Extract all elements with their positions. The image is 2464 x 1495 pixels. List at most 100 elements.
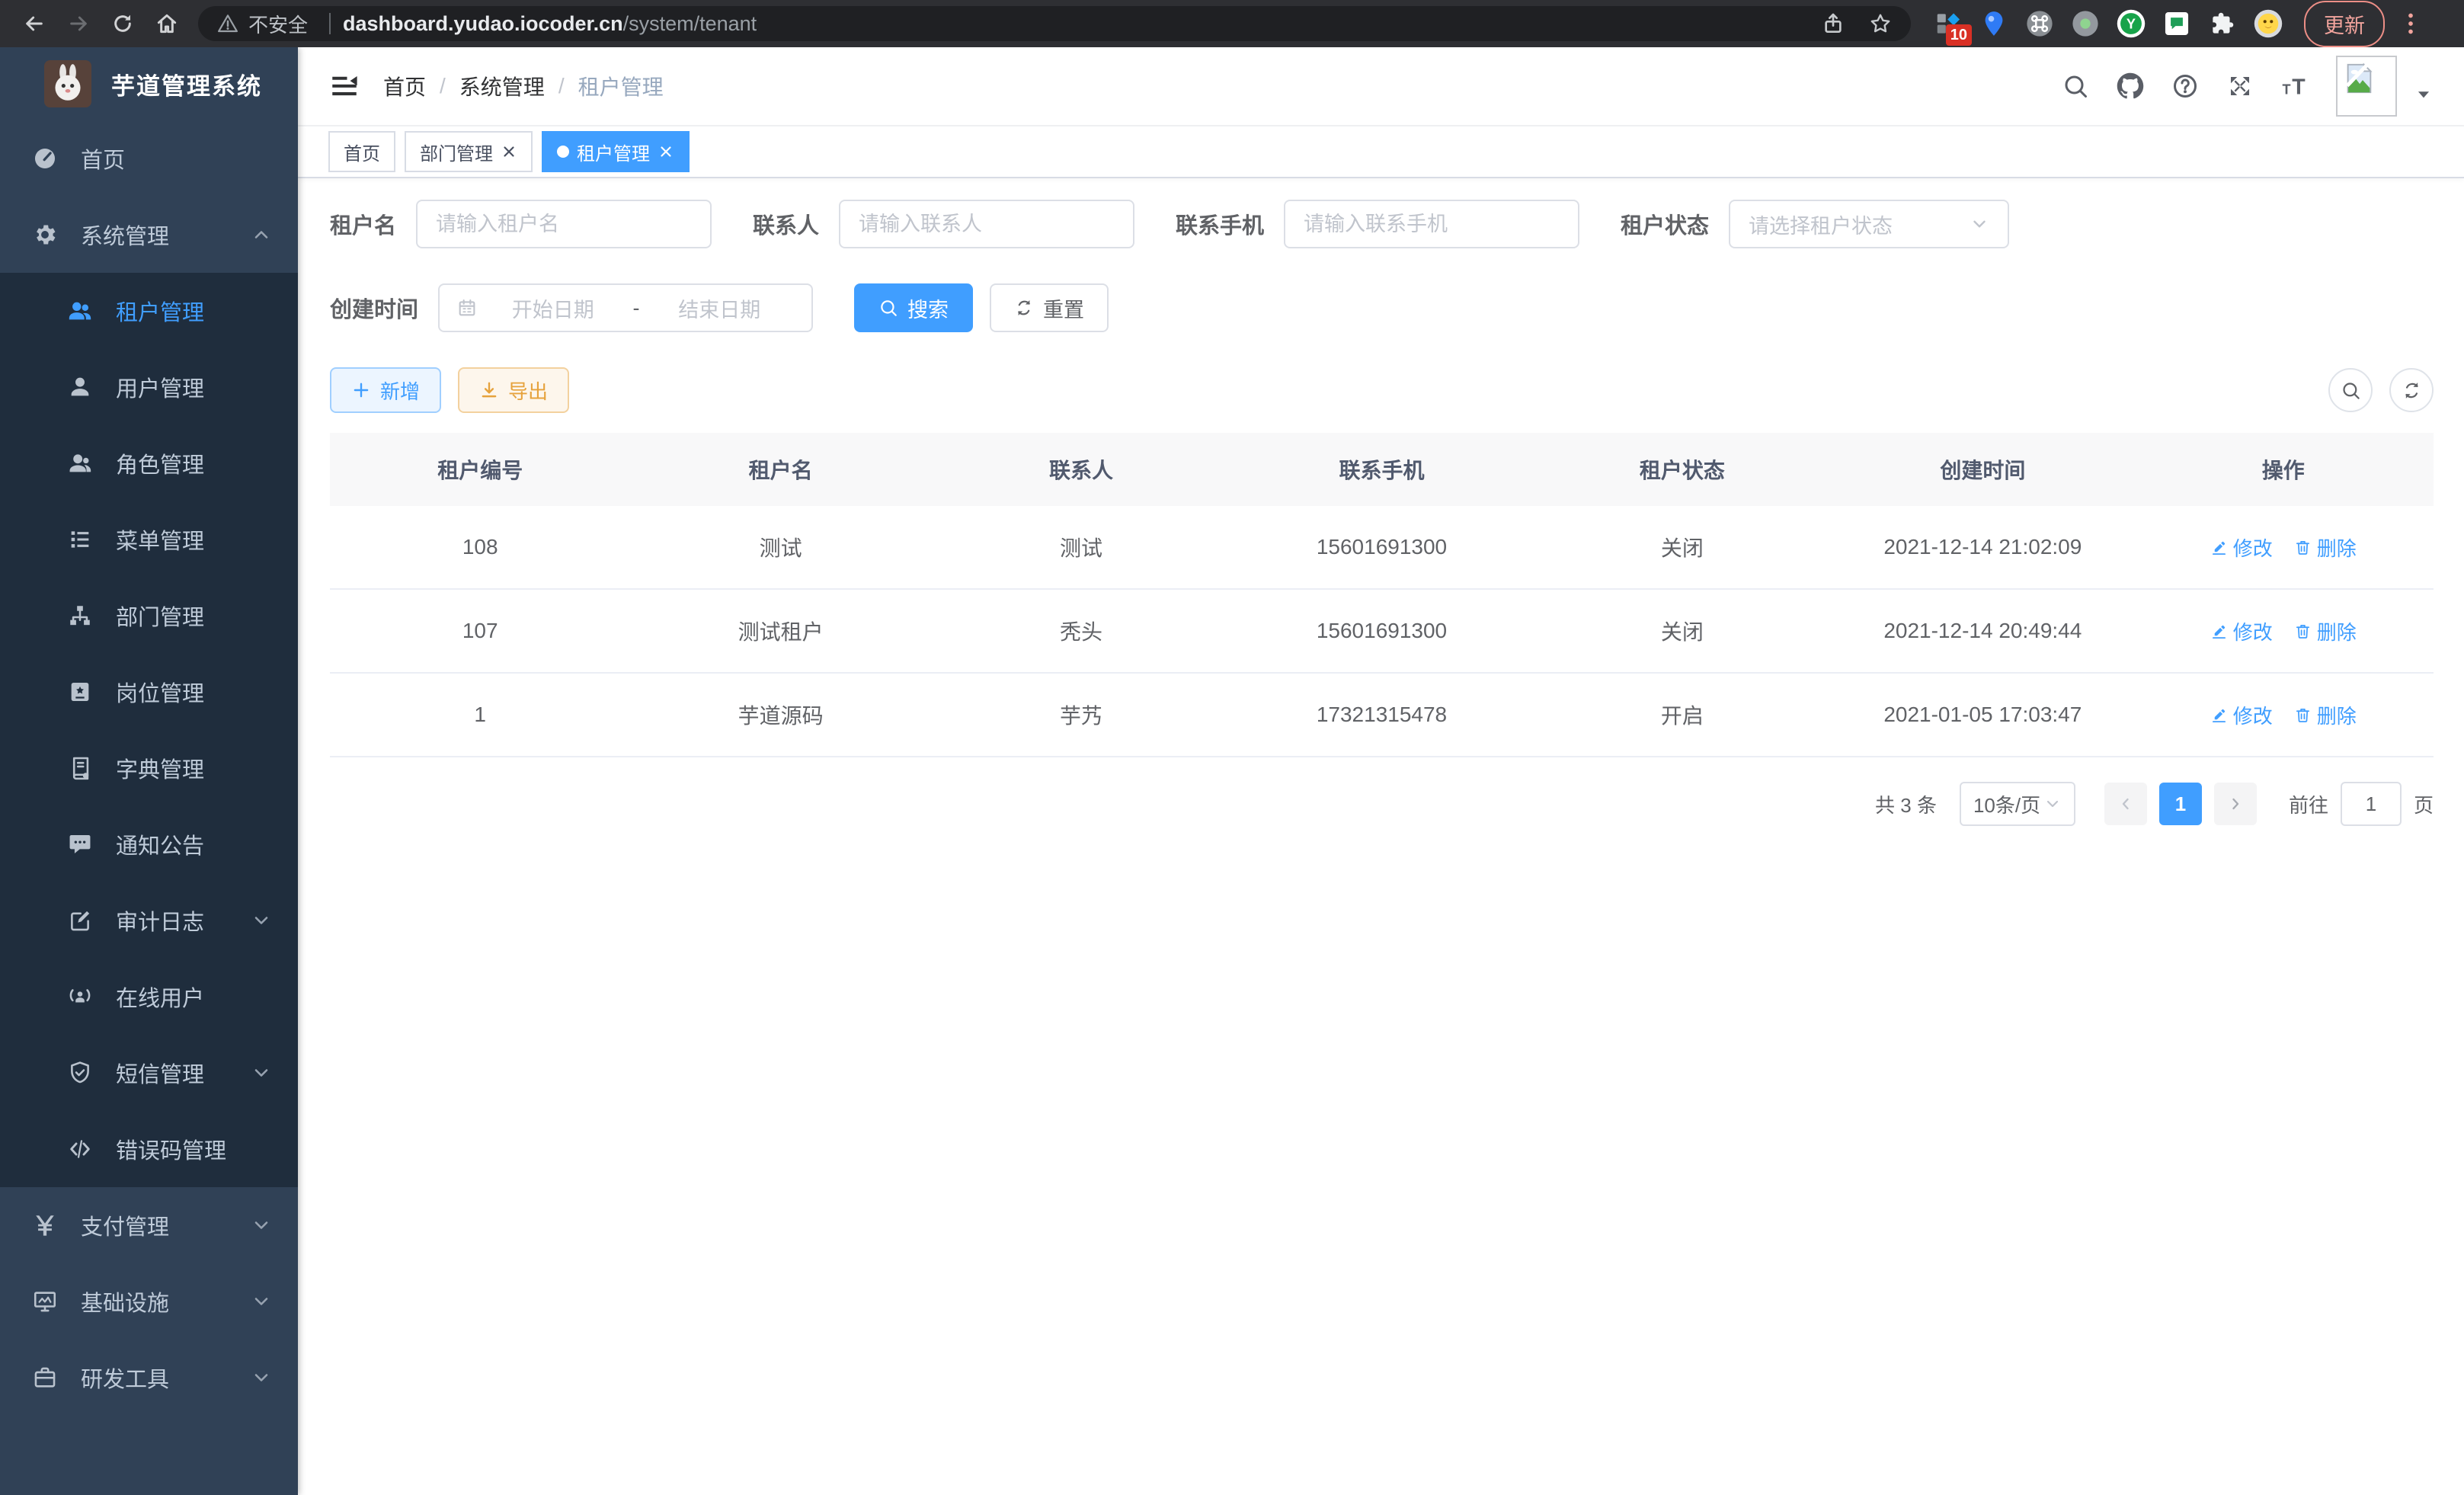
cell-created: 2021-12-14 21:02:09 (1832, 509, 2133, 585)
url-host: dashboard.yudao.iocoder.cn (343, 12, 623, 35)
sidebar-item-label: 审计日志 (116, 904, 251, 936)
add-button[interactable]: 新增 (330, 367, 441, 413)
next-page-button[interactable] (2214, 783, 2257, 825)
extension-y-icon[interactable]: Y (2117, 9, 2146, 38)
breadcrumb-item[interactable]: 首页 (383, 71, 426, 101)
edit-link[interactable]: 修改 (2210, 701, 2273, 729)
tenant-name-label: 租户名 (330, 208, 396, 240)
tenant-name-input[interactable] (416, 200, 712, 248)
sidebar-item-role[interactable]: 角色管理 (0, 425, 298, 501)
browser-reload-button[interactable] (105, 6, 140, 41)
status-select[interactable]: 请选择租户状态 (1729, 200, 2009, 248)
phone-label: 联系手机 (1176, 208, 1264, 240)
delete-icon (2294, 539, 2312, 556)
sidebar-item-home[interactable]: 首页 (0, 120, 298, 197)
sidebar-item-post[interactable]: 岗位管理 (0, 654, 298, 730)
cell-id: 107 (330, 593, 630, 669)
phone-input[interactable] (1284, 200, 1579, 248)
logo-row[interactable]: 芋道管理系统 (0, 47, 298, 120)
sidebar-item-label: 租户管理 (116, 295, 272, 327)
sidebar-item-label: 菜单管理 (116, 523, 272, 555)
export-button[interactable]: 导出 (458, 367, 569, 413)
url-path: /system/tenant (623, 12, 757, 35)
extension-grid-icon[interactable]: 10 (1934, 9, 1963, 38)
breadcrumb-item[interactable]: 系统管理 (459, 71, 545, 101)
sidebar-item-pay[interactable]: 支付管理 (0, 1187, 298, 1263)
user-icon (67, 374, 93, 400)
prev-page-button[interactable] (2104, 783, 2147, 825)
bookmark-star-icon[interactable] (1868, 11, 1893, 36)
reset-button[interactable]: 重置 (990, 283, 1109, 332)
current-page-button[interactable]: 1 (2159, 783, 2202, 825)
sidebar-item-dict[interactable]: 字典管理 (0, 730, 298, 806)
github-icon[interactable] (2117, 72, 2144, 100)
edit-link[interactable]: 修改 (2210, 533, 2273, 562)
font-size-icon[interactable]: TT (2281, 72, 2309, 100)
contact-input[interactable] (839, 200, 1134, 248)
sidebar-item-system[interactable]: 系统管理 (0, 197, 298, 273)
extensions-puzzle-icon[interactable] (2208, 9, 2237, 38)
edit-link[interactable]: 修改 (2210, 617, 2273, 645)
delete-link-label: 删除 (2317, 701, 2357, 729)
cell-id: 1 (330, 677, 630, 753)
page-suffix-label: 页 (2414, 790, 2434, 818)
create-time-range-picker[interactable]: 开始日期 - 结束日期 (438, 283, 813, 332)
sidebar-item-errcode[interactable]: 错误码管理 (0, 1111, 298, 1187)
tab-首页[interactable]: 首页 (328, 131, 395, 172)
fullscreen-icon[interactable] (2226, 72, 2254, 100)
browser-back-button[interactable] (17, 6, 52, 41)
search-icon (878, 298, 898, 318)
page-size-select[interactable]: 10条/页 (1960, 782, 2075, 826)
pagination-total: 共 3 条 (1875, 790, 1937, 818)
pagination: 共 3 条 10条/页 1 前往 页 (330, 782, 2434, 826)
sidebar-item-audit[interactable]: 审计日志 (0, 882, 298, 959)
goto-page-input[interactable] (2341, 782, 2402, 826)
tab-部门管理[interactable]: 部门管理 (405, 131, 533, 172)
sidebar-item-online[interactable]: 在线用户 (0, 959, 298, 1035)
sidebar-item-user[interactable]: 用户管理 (0, 349, 298, 425)
extension-dot-icon[interactable] (2071, 9, 2100, 38)
cell-status: 开启 (1532, 674, 1832, 756)
delete-link[interactable]: 删除 (2294, 617, 2357, 645)
date-range-separator: - (629, 296, 645, 320)
sidebar-item-dept[interactable]: 部门管理 (0, 578, 298, 654)
refresh-table-button[interactable] (2389, 368, 2434, 412)
broken-image-icon (2341, 61, 2376, 96)
delete-link[interactable]: 删除 (2294, 701, 2357, 729)
tab-close-icon[interactable] (658, 143, 674, 160)
post-badge-icon (67, 679, 93, 705)
filter-row-2: 创建时间 开始日期 - 结束日期 搜索 重置 (330, 283, 2434, 332)
extension-command-icon[interactable] (2025, 9, 2054, 38)
tab-label: 租户管理 (577, 139, 650, 165)
sidebar-item-tenant[interactable]: 租户管理 (0, 273, 298, 349)
tab-close-icon[interactable] (501, 143, 517, 160)
extension-balloon-icon[interactable] (1979, 9, 2008, 38)
search-button[interactable]: 搜索 (854, 283, 973, 332)
sidebar-item-notice[interactable]: 通知公告 (0, 806, 298, 882)
avatar-caret-icon[interactable] (2414, 85, 2434, 104)
share-icon[interactable] (1821, 11, 1845, 36)
profile-avatar-icon[interactable] (2254, 9, 2283, 38)
browser-forward-button[interactable] (61, 6, 96, 41)
sidebar-item-sms[interactable]: 短信管理 (0, 1035, 298, 1111)
browser-home-button[interactable] (149, 6, 184, 41)
end-date-placeholder: 结束日期 (645, 293, 795, 323)
help-icon[interactable] (2171, 72, 2199, 100)
sidebar-item-menu[interactable]: 菜单管理 (0, 501, 298, 578)
sidebar-item-infra[interactable]: 基础设施 (0, 1263, 298, 1340)
address-bar[interactable]: 不安全 dashboard.yudao.iocoder.cn/system/te… (198, 6, 1911, 41)
browser-menu-icon[interactable] (2397, 10, 2424, 37)
header-search-icon[interactable] (2062, 72, 2089, 100)
sidebar-item-label: 字典管理 (116, 752, 272, 784)
browser-update-button[interactable]: 更新 (2304, 1, 2385, 47)
user-avatar[interactable] (2336, 56, 2397, 117)
sidebar-toggle-button[interactable] (328, 70, 360, 102)
toggle-search-button[interactable] (2328, 368, 2373, 412)
extension-chat-icon[interactable] (2162, 9, 2191, 38)
sidebar-item-devtools[interactable]: 研发工具 (0, 1340, 298, 1416)
delete-link[interactable]: 删除 (2294, 533, 2357, 562)
contact-label: 联系人 (753, 208, 819, 240)
edit-link-label: 修改 (2233, 617, 2273, 645)
active-tab-dot (557, 146, 569, 158)
tab-租户管理[interactable]: 租户管理 (542, 131, 690, 172)
